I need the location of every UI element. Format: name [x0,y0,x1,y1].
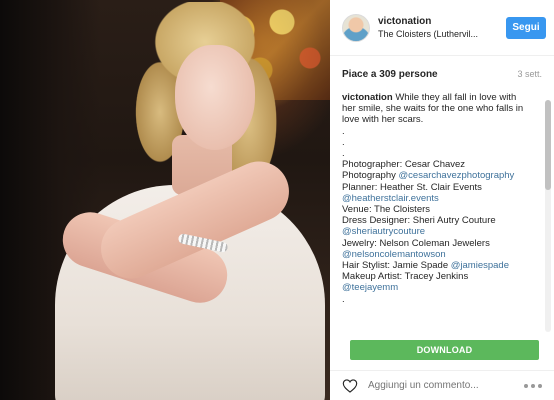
comment-input[interactable] [368,375,524,396]
caption-photography-line: Photography @cesarchavezphotography [342,170,526,181]
more-dot [538,383,542,388]
avatar[interactable] [342,13,370,42]
more-dot [524,383,528,388]
post-side-panel: victonation The Cloisters (Luthervil... … [330,0,554,400]
caption-jewelry: Jewelry: Nelson Coleman Jewelers [342,237,490,249]
post-header-text: victonation The Cloisters (Luthervil... [378,15,506,41]
caption-makeup: Makeup Artist: Tracey Jenkins [342,271,469,283]
post-stats: Piace a 309 persone 3 sett. [330,56,554,92]
download-button[interactable]: DOWNLOAD [350,340,539,360]
post-header: victonation The Cloisters (Luthervil... … [330,0,554,56]
scrollbar-thumb[interactable] [545,100,551,190]
mention-link[interactable]: @cesarchavezphotography [399,170,515,181]
caption-venue: Venue: The Cloisters [342,204,431,216]
caption-photographer: Photographer: Cesar Chavez [342,159,466,171]
mention-link[interactable]: @sheriautrycouture [342,226,526,237]
mention-link[interactable]: @teejayemm [342,282,526,293]
more-options-icon[interactable] [524,383,544,389]
caption-hair-label: Hair Stylist: Jamie Spade [342,260,451,272]
caption-line: . [342,136,345,148]
instagram-post: victonation The Cloisters (Luthervil... … [0,0,554,400]
mention-link[interactable]: @nelsoncolemantowson [342,249,526,260]
more-dot [531,383,535,388]
username-link[interactable]: victonation [378,15,506,28]
mention-link[interactable]: @jamiespade [451,260,509,271]
caption-line: . [342,148,345,160]
heart-icon[interactable] [342,378,358,393]
caption-photography-label: Photography [342,170,399,182]
caption-line: . [342,125,345,137]
mention-link[interactable]: @heatherstclair.events [342,193,526,204]
caption-line: . [342,293,345,305]
post-caption: victonation While they all fall in love … [330,92,542,305]
follow-button[interactable]: Segui [506,16,546,39]
caption-hair-line: Hair Stylist: Jamie Spade @jamiespade [342,260,526,271]
photo-face [175,45,255,150]
caption-planner: Planner: Heather St. Clair Events [342,181,482,193]
location-link[interactable]: The Cloisters (Luthervil... [378,28,506,41]
caption-dress-designer: Dress Designer: Sheri Autry Couture [342,215,496,227]
caption-username[interactable]: victonation [342,92,393,103]
post-time: 3 sett. [517,69,542,79]
comment-bar [330,370,554,400]
post-photo[interactable] [0,0,330,400]
caption-scroll-area[interactable]: victonation While they all fall in love … [330,92,554,328]
caption-scrollbar[interactable] [545,100,551,332]
likes-count[interactable]: Piace a 309 persone [342,69,438,80]
